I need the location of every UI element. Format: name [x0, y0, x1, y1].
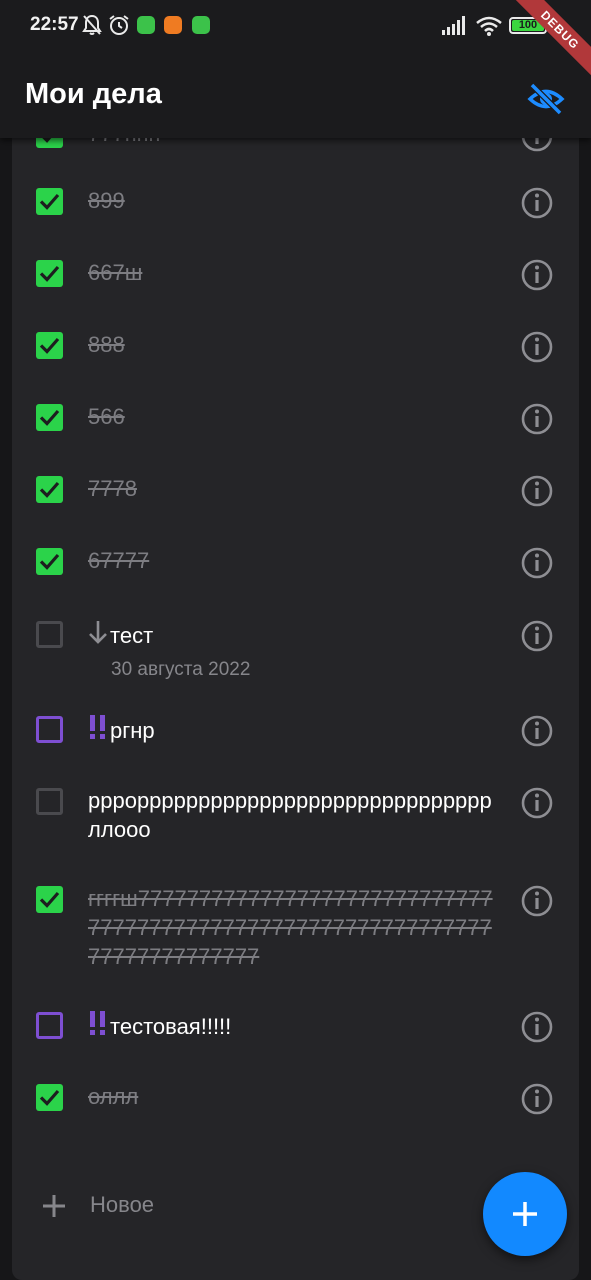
new-task-label: Новое	[90, 1192, 155, 1217]
info-icon[interactable]	[520, 1010, 554, 1044]
info-icon[interactable]	[520, 474, 554, 508]
check-icon	[39, 409, 60, 426]
task-text: ггггш77777777777777777777777777777777777…	[88, 884, 502, 971]
task-checkbox[interactable]	[36, 621, 63, 648]
task-label: 67777	[88, 548, 150, 573]
task-label: 7778	[88, 476, 137, 501]
page-title: Мои дела	[25, 78, 162, 110]
check-icon	[39, 193, 60, 210]
info-icon[interactable]	[520, 330, 554, 364]
task-label: ргнр	[110, 718, 155, 743]
task-text: рррорррррррррррррррррррррррррррррллооо	[88, 786, 502, 844]
add-icon	[513, 1202, 537, 1226]
info-icon[interactable]	[520, 786, 554, 820]
info-icon[interactable]	[520, 186, 554, 220]
task-text: оллл	[88, 1082, 502, 1111]
info-icon[interactable]	[520, 714, 554, 748]
task-label: тест	[110, 623, 154, 648]
task-label: рррорррррррррррррррррррррррррррррллооо	[88, 788, 492, 842]
task-text: 7778	[88, 474, 502, 503]
task-text: ргнр	[88, 714, 502, 745]
info-icon[interactable]	[520, 619, 554, 653]
eye-off-icon	[527, 82, 565, 116]
task-checkbox[interactable]	[36, 548, 63, 575]
status-bar: 22:57 100	[0, 0, 591, 56]
task-checkbox[interactable]	[36, 476, 63, 503]
task-checkbox[interactable]	[36, 332, 63, 359]
check-icon	[39, 481, 60, 498]
task-checkbox[interactable]	[36, 404, 63, 431]
alarm-icon	[109, 15, 129, 35]
task-label: 667ш	[88, 260, 143, 285]
info-icon[interactable]	[520, 546, 554, 580]
task-label: 888	[88, 332, 125, 357]
app-notification-icon	[137, 16, 155, 34]
high-priority-icon	[90, 1011, 105, 1035]
check-icon	[39, 265, 60, 282]
task-label: тестовая!!!!!	[110, 1014, 232, 1039]
new-task-row[interactable]: Новое	[12, 1182, 472, 1232]
app-bar: Мои дела	[0, 56, 591, 138]
task-checkbox[interactable]	[36, 1084, 63, 1111]
task-text: тест	[88, 619, 502, 650]
task-label: 566	[88, 404, 125, 429]
add-task-button[interactable]	[483, 1172, 567, 1256]
wifi-icon	[476, 16, 502, 36]
app-notification-icon	[164, 16, 182, 34]
task-text: 67777	[88, 546, 502, 575]
task-date: 30 августа 2022	[111, 659, 251, 680]
notifications-off-icon	[82, 14, 102, 35]
check-icon	[39, 891, 60, 908]
check-icon	[39, 337, 60, 354]
visibility-toggle-button[interactable]	[526, 82, 566, 116]
info-icon[interactable]	[520, 884, 554, 918]
task-label: ггггш77777777777777777777777777777777777…	[88, 886, 493, 969]
info-icon[interactable]	[520, 258, 554, 292]
status-time: 22:57	[30, 14, 79, 35]
task-text: 566	[88, 402, 502, 431]
task-checkbox[interactable]	[36, 260, 63, 287]
check-icon	[39, 553, 60, 570]
high-priority-icon	[90, 715, 105, 739]
task-label: 899	[88, 188, 125, 213]
low-priority-arrow-icon	[89, 621, 107, 644]
task-text: тестовая!!!!!	[88, 1010, 502, 1041]
task-checkbox[interactable]	[36, 716, 63, 743]
task-checkbox[interactable]	[36, 188, 63, 215]
info-icon[interactable]	[520, 1082, 554, 1116]
check-icon	[39, 1089, 60, 1106]
task-checkbox[interactable]	[36, 886, 63, 913]
task-checkbox[interactable]	[36, 1012, 63, 1039]
task-text: 899	[88, 186, 502, 215]
signal-icon	[442, 16, 465, 35]
task-label: оллл	[88, 1084, 139, 1109]
info-icon[interactable]	[520, 402, 554, 436]
app-notification-icon	[192, 16, 210, 34]
task-checkbox[interactable]	[36, 788, 63, 815]
task-text: 667ш	[88, 258, 502, 287]
plus-icon	[43, 1195, 65, 1217]
task-text: 888	[88, 330, 502, 359]
